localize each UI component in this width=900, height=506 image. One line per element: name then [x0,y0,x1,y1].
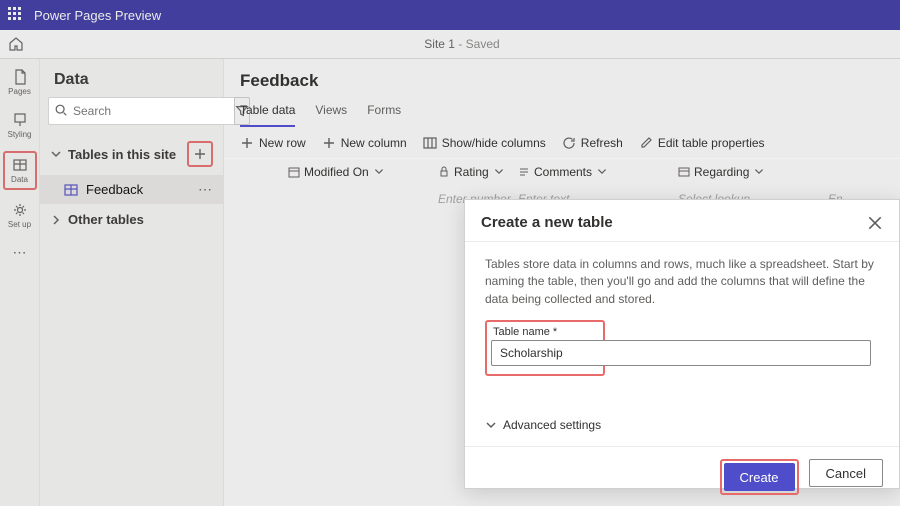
table-name-label: Table name * [493,326,597,338]
col-rating[interactable]: Rating [438,165,518,179]
chevron-down-icon [493,166,505,178]
table-name-input[interactable] [491,340,871,366]
cmd-refresh[interactable]: Refresh [562,136,623,150]
grid-header: Modified On Rating Comments Regarding [224,159,900,186]
lookup-icon [678,166,690,178]
advanced-settings-toggle[interactable]: Advanced settings [485,418,879,432]
calendar-icon [288,166,300,178]
search-input[interactable] [48,97,234,125]
text-icon [518,166,530,178]
chevron-down-icon [485,419,497,431]
plus-icon [322,136,336,150]
cmd-new-column[interactable]: New column [322,136,407,150]
chevron-down-icon [596,166,608,178]
col-modified-on[interactable]: Modified On [288,165,438,179]
dialog-description: Tables store data in columns and rows, m… [485,256,879,308]
edit-icon [639,136,653,150]
dialog-title: Create a new table [481,214,867,231]
page-title: Feedback [224,59,900,97]
refresh-icon [562,136,576,150]
cmd-show-hide-columns[interactable]: Show/hide columns [423,136,546,150]
tab-forms[interactable]: Forms [367,97,401,127]
col-regarding[interactable]: Regarding [678,165,828,179]
plus-icon [240,136,254,150]
cmd-edit-table-properties[interactable]: Edit table properties [639,136,765,150]
search-icon [54,103,68,117]
close-icon[interactable] [867,215,883,231]
cmd-new-row[interactable]: New row [240,136,306,150]
command-bar: New row New column Show/hide columns Ref… [224,128,900,159]
tab-views[interactable]: Views [315,97,347,127]
tab-table-data[interactable]: Table data [240,97,295,127]
columns-icon [423,136,437,150]
create-button[interactable]: Create [724,463,795,491]
lock-icon [438,166,450,178]
cancel-button[interactable]: Cancel [809,459,883,487]
main-column: Feedback Table data Views Forms New row … [224,59,900,506]
col-comments[interactable]: Comments [518,165,678,179]
tabs: Table data Views Forms [224,97,900,128]
chevron-down-icon [753,166,765,178]
create-table-dialog: Create a new table Tables store data in … [464,199,900,489]
chevron-down-icon [373,166,385,178]
